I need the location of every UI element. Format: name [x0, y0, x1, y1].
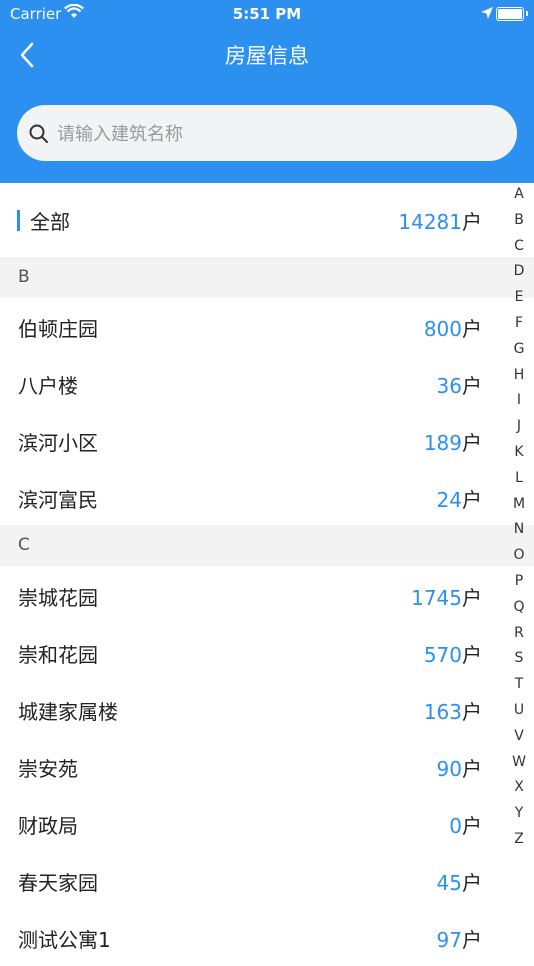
index-letter-h[interactable]: H — [512, 367, 526, 383]
list-item[interactable]: 崇和花园 570户 — [0, 625, 500, 681]
index-letter-g[interactable]: G — [512, 341, 526, 357]
index-letter-l[interactable]: L — [512, 470, 526, 486]
index-letter-p[interactable]: P — [512, 573, 526, 589]
index-letter-c[interactable]: C — [512, 238, 526, 254]
list-item-name: 全部 — [30, 210, 70, 234]
list-item[interactable]: 财政局 0户 — [0, 796, 500, 852]
index-letter-v[interactable]: V — [512, 728, 526, 744]
list-item[interactable]: 测试公寓1 97户 — [0, 910, 500, 966]
index-letter-m[interactable]: M — [512, 496, 526, 512]
index-letter-z[interactable]: Z — [512, 831, 526, 847]
index-letter-i[interactable]: I — [512, 392, 526, 408]
index-letter-n[interactable]: N — [512, 521, 526, 537]
list-item[interactable]: 城建家属楼 163户 — [0, 682, 500, 738]
page-title: 房屋信息 — [225, 44, 309, 68]
index-letter-y[interactable]: Y — [512, 805, 526, 821]
status-time: 5:51 PM — [232, 5, 302, 23]
list-item[interactable]: 崇安苑 90户 — [0, 739, 500, 795]
section-header: C — [0, 525, 534, 566]
list-item[interactable]: 滨河小区 189户 — [0, 413, 500, 469]
index-letter-u[interactable]: U — [512, 702, 526, 718]
index-letter-a[interactable]: A — [512, 186, 526, 202]
index-letter-s[interactable]: S — [512, 650, 526, 666]
index-letter-t[interactable]: T — [512, 676, 526, 692]
index-letter-b[interactable]: B — [512, 212, 526, 228]
status-bar: Carrier 5:51 PM — [0, 0, 534, 28]
section-header: B — [0, 257, 534, 298]
index-letter-f[interactable]: F — [512, 315, 526, 331]
header: Carrier 5:51 PM 房屋信息 — [0, 0, 534, 183]
search-input[interactable] — [55, 105, 499, 163]
list-item-count: 14281户 — [398, 210, 482, 234]
list-item[interactable]: 伯顿庄园 800户 — [0, 299, 500, 355]
index-letter-j[interactable]: J — [512, 418, 526, 434]
list-item[interactable]: 崇城花园 1745户 — [0, 568, 500, 624]
index-letter-w[interactable]: W — [512, 754, 526, 770]
list-item[interactable]: 八户楼 36户 — [0, 356, 500, 412]
search-icon — [29, 124, 48, 143]
index-letter-d[interactable]: D — [512, 263, 526, 279]
list-item[interactable]: 滨河富民 24户 — [0, 470, 500, 526]
list-item[interactable]: 春天家园 45户 — [0, 853, 500, 909]
index-letter-q[interactable]: Q — [512, 599, 526, 615]
selected-indicator — [17, 210, 20, 231]
index-letter-e[interactable]: E — [512, 289, 526, 305]
search-bar[interactable] — [17, 105, 517, 163]
index-letter-o[interactable]: O — [512, 547, 526, 563]
battery-icon — [496, 7, 528, 21]
location-arrow-icon — [480, 6, 494, 24]
list-item-all[interactable]: 全部 14281户 — [0, 192, 500, 248]
index-letter-r[interactable]: R — [512, 625, 526, 641]
index-letter-k[interactable]: K — [512, 444, 526, 460]
index-letter-x[interactable]: X — [512, 779, 526, 795]
